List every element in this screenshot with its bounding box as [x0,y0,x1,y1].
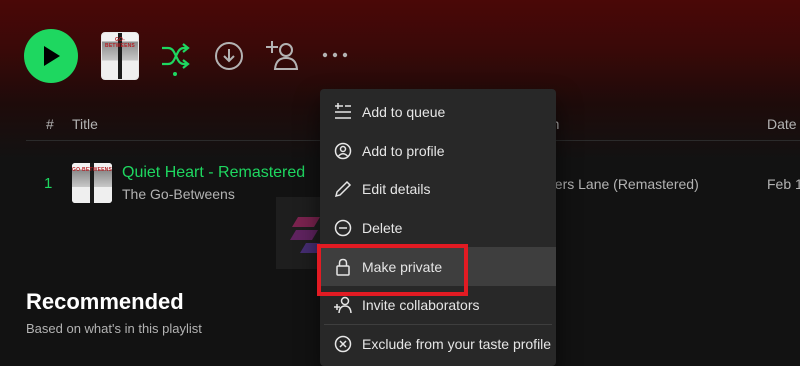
profile-icon [334,142,352,160]
download-icon [215,42,243,70]
track-title[interactable]: Quiet Heart - Remastered [122,164,305,182]
column-number[interactable]: # [46,116,54,132]
invite-collaborator-button[interactable] [264,38,300,72]
download-button[interactable] [213,40,245,72]
play-icon [44,46,60,66]
menu-item-label: Edit details [362,181,431,198]
track-date-added: Feb 12 [767,176,800,192]
column-title[interactable]: Title [72,116,98,132]
menu-item-label: Delete [362,220,403,237]
menu-item-label: Exclude from your taste profile [362,335,552,352]
track-artist[interactable]: The Go-Betweens [122,186,235,202]
play-button[interactable] [24,29,78,83]
track-album-art: GO-BETWEENS [72,163,112,203]
track-art-text: GO-BETWEENS [72,167,112,173]
recommended-subtitle: Based on what's in this playlist [26,321,202,336]
more-options-icon [322,52,348,58]
track-album[interactable]: overs Lane (Remastered) [540,176,699,192]
recommended-heading: Recommended [26,289,184,314]
menu-item-delete[interactable]: Delete [320,209,556,248]
menu-item-exclude-taste-profile[interactable]: Exclude from your taste profile [320,325,556,364]
minus-circle-icon [334,219,352,237]
more-options-button[interactable] [320,45,350,65]
shuffle-button[interactable] [158,38,192,78]
menu-item-label: Add to queue [362,104,446,121]
menu-item-label: Invite collaborators [362,297,480,314]
playlist-cover-thumbnail[interactable]: GO-BETWEENS [101,32,139,80]
highlight-annotation-box [317,244,468,296]
cover-art-text: GO-BETWEENS [105,37,135,49]
playlist-context-menu: Add to queue Add to profile Edit details [320,89,556,366]
add-user-icon [266,41,299,70]
menu-item-edit-details[interactable]: Edit details [320,170,556,209]
menu-item-add-to-queue[interactable]: Add to queue [320,93,556,132]
add-user-icon [334,296,352,314]
x-circle-icon [334,335,352,353]
menu-item-add-to-profile[interactable]: Add to profile [320,132,556,171]
shuffle-icon [162,43,190,76]
column-date-added[interactable]: Date [767,116,797,132]
track-number: 1 [44,175,53,192]
pencil-icon [334,180,352,198]
queue-icon [334,103,352,121]
menu-item-label: Add to profile [362,142,445,159]
